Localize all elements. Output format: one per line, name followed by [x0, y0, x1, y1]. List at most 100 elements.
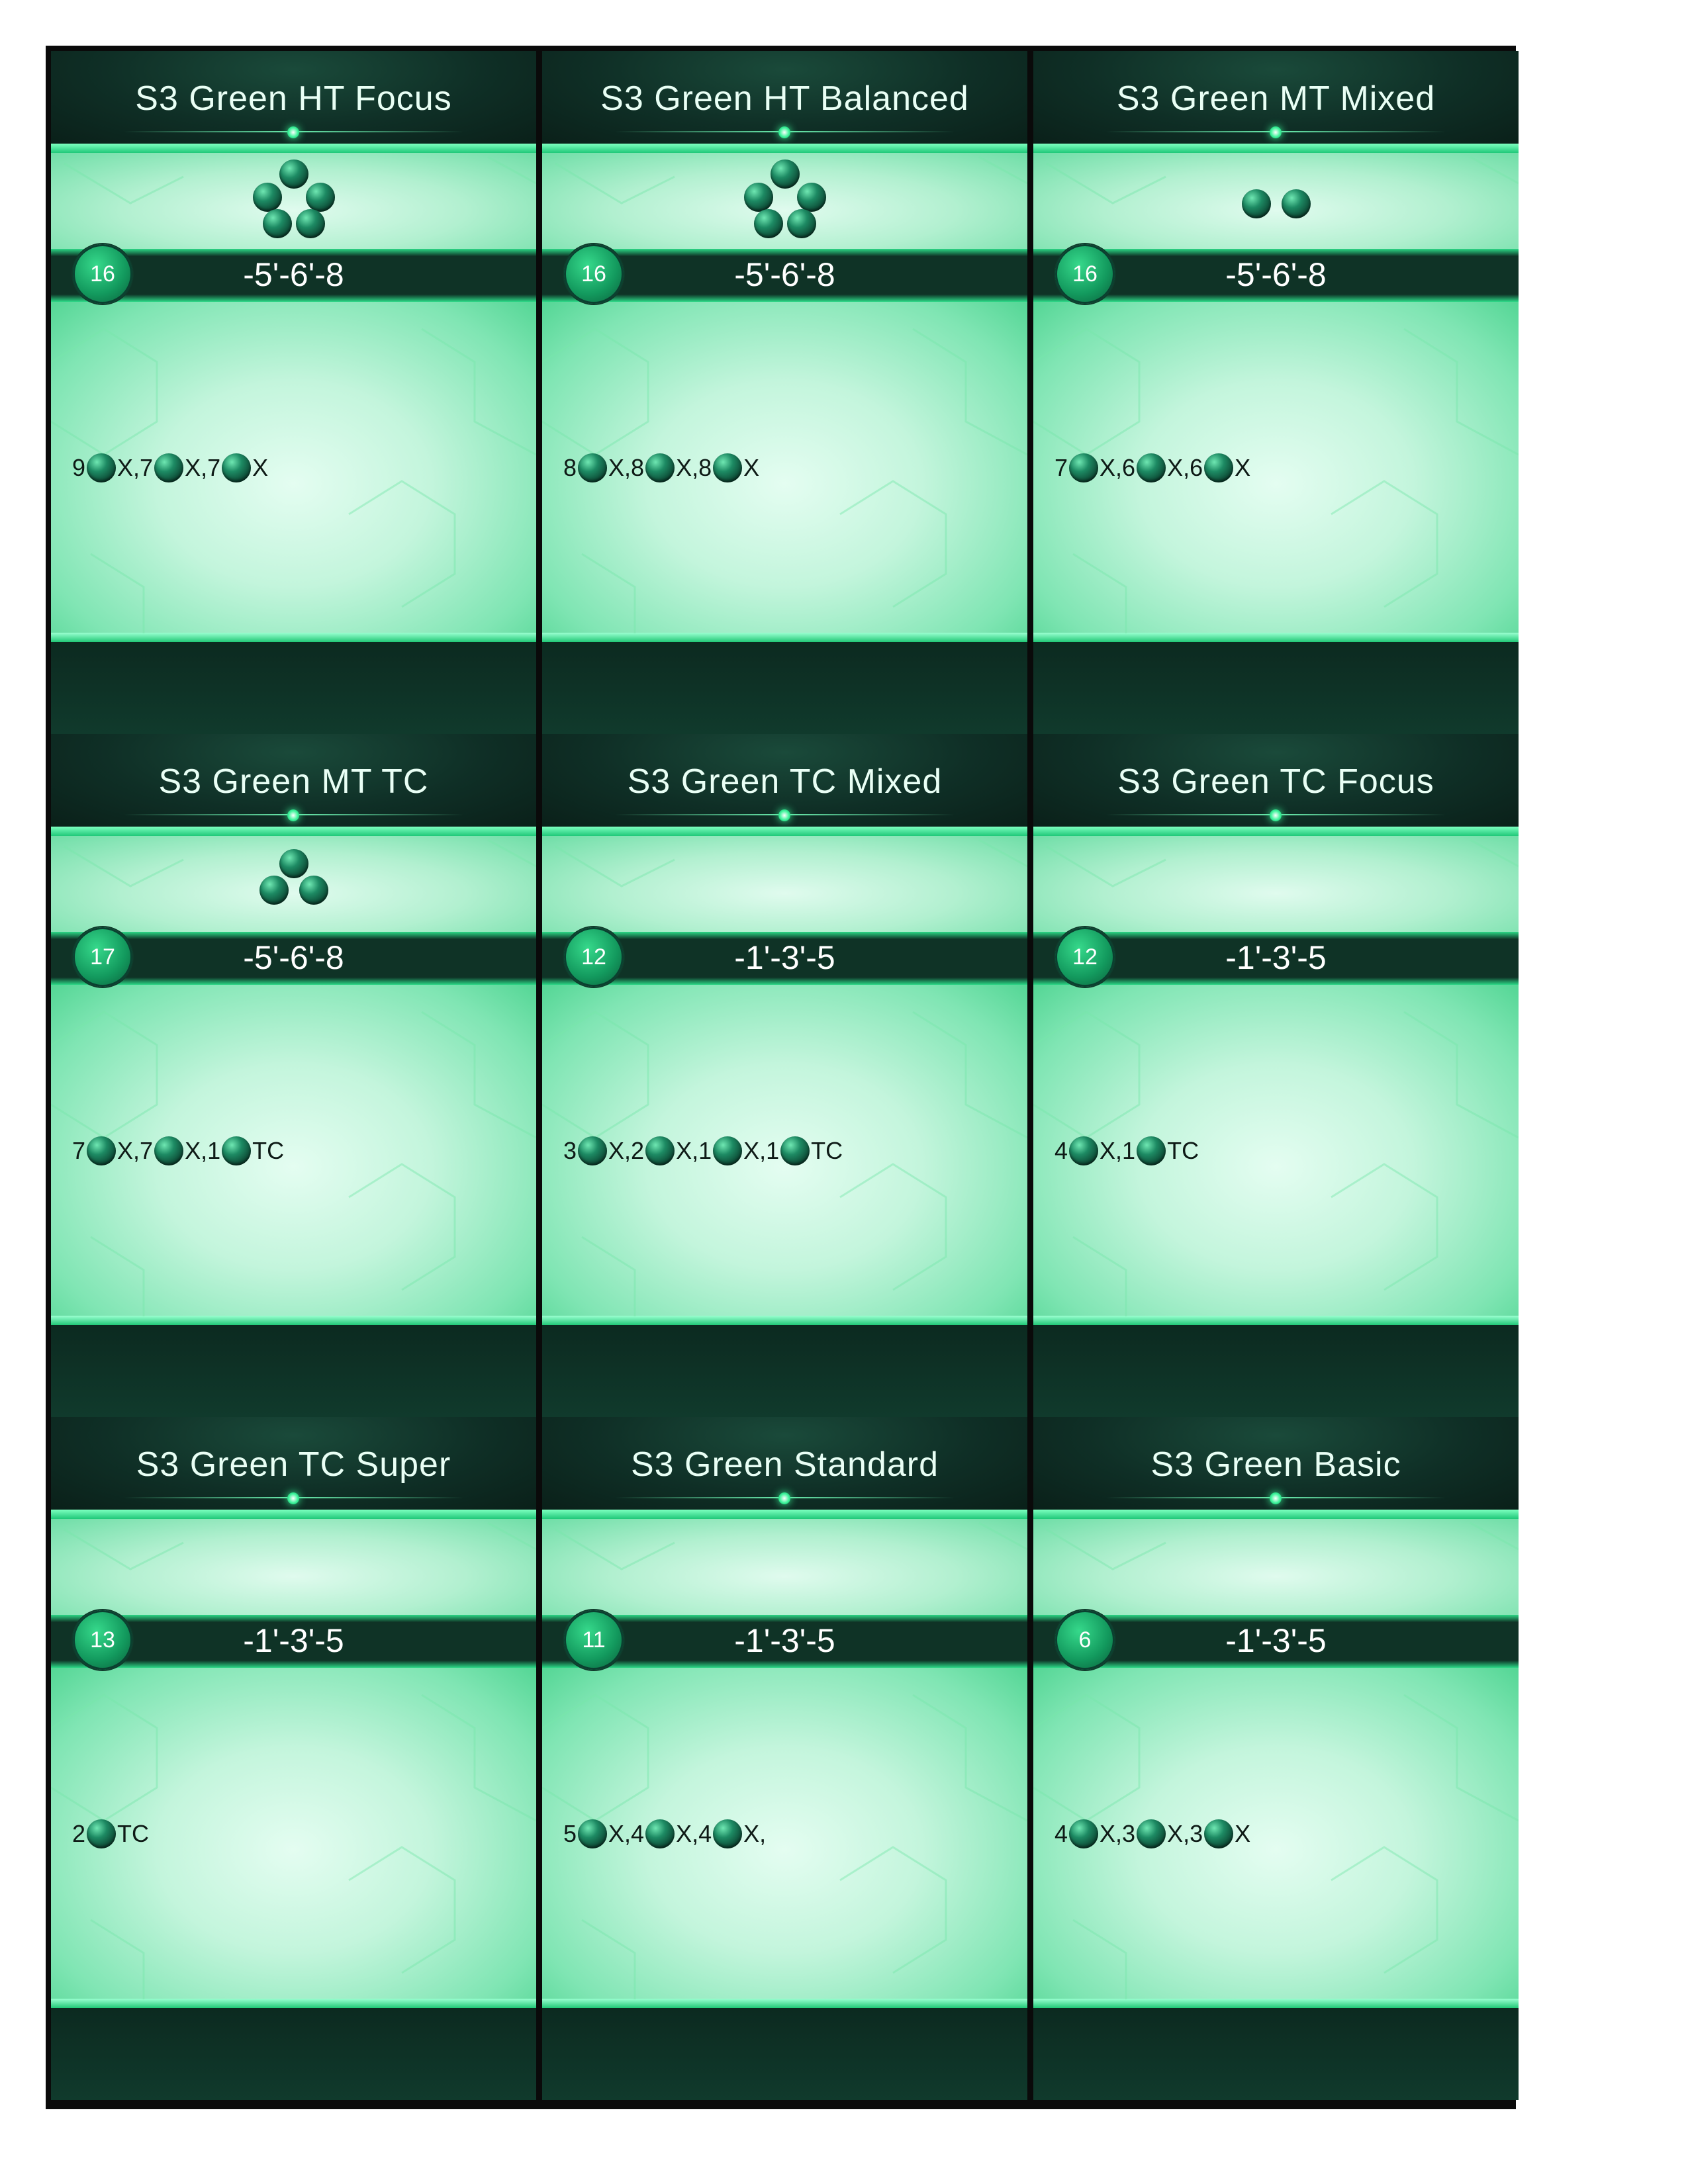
orb-icon	[306, 183, 335, 212]
effect-segment: 8	[563, 454, 577, 481]
card[interactable]: S3 Green TC Super -1'-3'-5 13 2 TC	[51, 1417, 536, 2100]
orb-icon	[797, 183, 826, 212]
card-title: S3 Green Standard	[630, 1445, 939, 1484]
orb-icon	[754, 209, 783, 238]
header-glow	[542, 1510, 1027, 1519]
effect-text: 3 X,2 X,1 X,1 TC	[563, 1136, 843, 1165]
effect-segment: X,	[743, 1820, 767, 1847]
title-divider-dot-icon	[1270, 126, 1282, 138]
effect-segment: 3	[563, 1137, 577, 1164]
pip-group	[542, 836, 1027, 932]
orb-icon	[253, 183, 282, 212]
effect-segment: 5	[563, 1820, 577, 1847]
card-footer	[1033, 2008, 1519, 2100]
card[interactable]: S3 Green Standard -1'-3'-5 11 5 X,4 X,4 X,	[542, 1417, 1027, 2100]
header-glow	[1033, 827, 1519, 836]
title-divider-dot-icon	[1270, 1492, 1282, 1504]
effect-segment: X,8	[676, 454, 712, 481]
orb-icon	[87, 1819, 117, 1848]
effect-text: 8 X,8 X,8 X	[563, 453, 759, 482]
effect-segment: X,8	[608, 454, 645, 481]
orb-icon	[578, 1136, 608, 1165]
orb-icon	[1282, 189, 1311, 218]
effect-segment: 9	[72, 454, 86, 481]
effect-segment: X,7	[117, 1137, 154, 1164]
level-badge: 13	[73, 1610, 132, 1670]
card[interactable]: S3 Green HT Focus -5'-6'-8 16 9 X,7 X,7 X	[51, 51, 536, 734]
orb-icon	[87, 453, 117, 482]
effect-segment: X,1	[676, 1137, 712, 1164]
effect-segment: X,6	[1100, 454, 1136, 481]
effect-segment: X,6	[1167, 454, 1203, 481]
orb-icon	[713, 1136, 743, 1165]
header-glow	[542, 144, 1027, 153]
orb-icon	[645, 1819, 675, 1848]
effect-segment: X,1	[743, 1137, 780, 1164]
effect-segment: X,1	[185, 1137, 221, 1164]
pip-group	[51, 836, 536, 932]
title-divider-dot-icon	[778, 809, 790, 821]
card-title: S3 Green HT Focus	[135, 79, 452, 118]
pip-group	[51, 1519, 536, 1615]
orb-icon	[259, 876, 289, 905]
orb-icon	[1137, 453, 1166, 482]
effect-glow	[1033, 1316, 1519, 1325]
effect-segment: X	[743, 454, 760, 481]
effect-segment: 7	[1055, 454, 1068, 481]
effect-text: 5 X,4 X,4 X,	[563, 1819, 766, 1848]
orb-icon	[1242, 189, 1271, 218]
orb-icon	[1069, 1136, 1099, 1165]
title-divider-dot-icon	[778, 1492, 790, 1504]
title-divider-dot-icon	[287, 1492, 299, 1504]
effect-segment: TC	[811, 1137, 843, 1164]
card-footer	[542, 642, 1027, 734]
effect-segment: X,7	[185, 454, 221, 481]
card-title: S3 Green TC Mixed	[627, 762, 943, 801]
effect-text: 2 TC	[72, 1819, 149, 1848]
effect-glow	[542, 1999, 1027, 2008]
title-divider-dot-icon	[778, 126, 790, 138]
orb-icon	[154, 453, 184, 482]
orb-icon	[780, 1136, 810, 1165]
card[interactable]: S3 Green TC Focus -1'-3'-5 12 4 X,1 TC	[1033, 734, 1519, 1417]
orb-icon	[1137, 1136, 1166, 1165]
level-badge: 16	[564, 244, 624, 304]
card[interactable]: S3 Green HT Balanced -5'-6'-8 16 8 X,8 X,8 X	[542, 51, 1027, 734]
card[interactable]: S3 Green TC Mixed -1'-3'-5 12 3 X,2 X,1 X,1 TC	[542, 734, 1027, 1417]
effect-segment: X	[252, 454, 269, 481]
card-title: S3 Green TC Super	[136, 1445, 451, 1484]
effect-text: 7 X,7 X,1 TC	[72, 1136, 284, 1165]
pip-group	[542, 1519, 1027, 1615]
card[interactable]: S3 Green MT TC -5'-6'-8 17 7 X,7 X,1 TC	[51, 734, 536, 1417]
effect-segment: X,4	[608, 1820, 645, 1847]
orb-icon	[222, 1136, 252, 1165]
orb-icon	[296, 209, 325, 238]
card-title: S3 Green MT Mixed	[1116, 79, 1436, 118]
effect-segment: 7	[72, 1137, 86, 1164]
level-badge: 11	[564, 1610, 624, 1670]
pip-group	[1033, 153, 1519, 249]
header-glow	[51, 1510, 536, 1519]
effect-segment: X	[1235, 1820, 1251, 1847]
effect-segment: X,3	[1167, 1820, 1203, 1847]
card-title: S3 Green TC Focus	[1117, 762, 1434, 801]
orb-icon	[222, 453, 252, 482]
card[interactable]: S3 Green Basic -1'-3'-5 6 4 X,3 X,3 X	[1033, 1417, 1519, 2100]
pip-group	[1033, 1519, 1519, 1615]
effect-segment: X,2	[608, 1137, 645, 1164]
effect-segment: TC	[1167, 1137, 1199, 1164]
pip-group	[542, 153, 1027, 249]
level-badge: 16	[1055, 244, 1115, 304]
header-glow	[1033, 1510, 1519, 1519]
effect-glow	[51, 633, 536, 642]
effect-segment: TC	[117, 1820, 150, 1847]
card-sheet: S3 Green HT Focus -5'-6'-8 16 9 X,7 X,7 X S3 Gr…	[46, 46, 1519, 2109]
card[interactable]: S3 Green MT Mixed -5'-6'-8 16 7 X,6 X,6 X	[1033, 51, 1519, 734]
effect-text: 9 X,7 X,7 X	[72, 453, 268, 482]
card-footer	[542, 2008, 1027, 2100]
card-footer	[1033, 1325, 1519, 1417]
pip-group	[51, 153, 536, 249]
effect-segment: X,3	[1100, 1820, 1136, 1847]
card-footer	[51, 2008, 536, 2100]
effect-glow	[542, 1316, 1027, 1325]
